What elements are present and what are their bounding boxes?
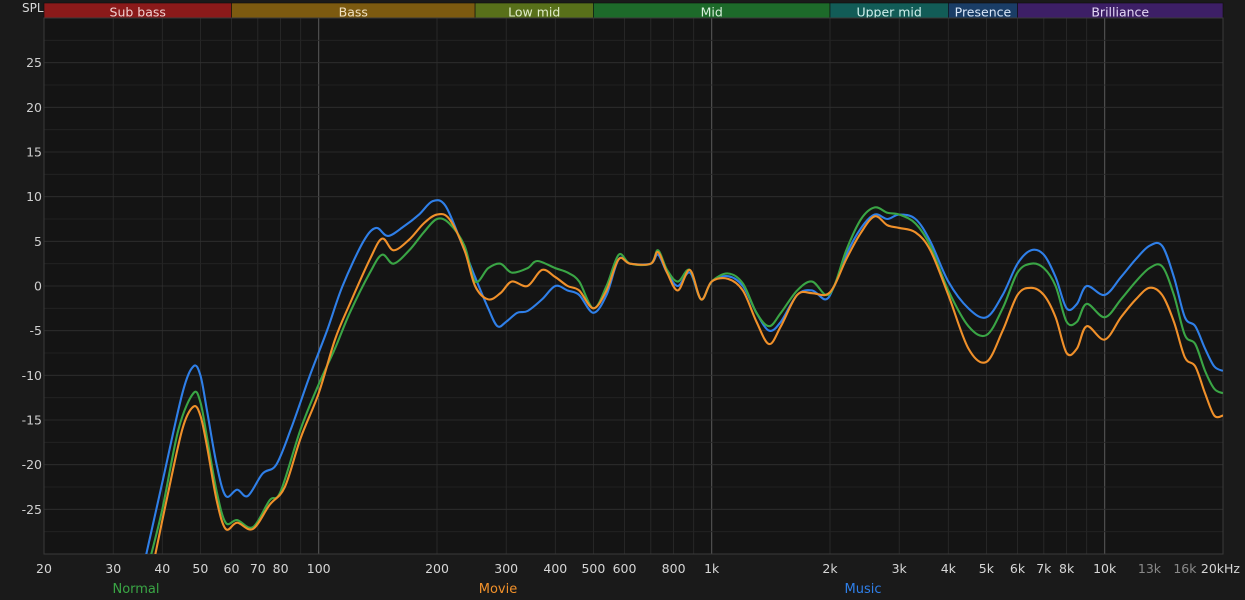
y-axis: 25 20 15 10 5 0 -5 -10 -15 -20 -25 [22,55,42,517]
band-label: Upper mid [856,5,921,20]
x-tick-label: 7k [1036,561,1052,576]
x-tick-label: 3k [892,561,908,576]
band-header: Sub bass Bass Low mid Mid Upper mid Presence B… [43,2,1224,20]
y-tick-label: 15 [26,145,42,160]
frequency-response-chart: Sub bass Bass Low mid Mid Upper mid Presence B… [0,0,1245,600]
x-tick-label: 13k [1138,561,1162,576]
y-tick-label: -15 [22,413,42,428]
x-tick-label: 50 [192,561,208,576]
legend: Normal Movie Music [112,582,881,597]
x-tick-label: 70 [250,561,266,576]
x-tick-label: 600 [613,561,637,576]
y-tick-label: 25 [26,55,42,70]
band-label: Presence [955,5,1012,20]
x-tick-label: 400 [543,561,567,576]
legend-music[interactable]: Music [845,582,882,597]
x-tick-label: 300 [494,561,518,576]
x-tick-label: 30 [105,561,121,576]
band-label: Sub bass [110,5,166,20]
x-tick-label: 5k [979,561,995,576]
legend-normal[interactable]: Normal [112,582,159,597]
x-tick-label: 4k [941,561,957,576]
y-tick-label: 5 [34,234,42,249]
x-tick-label: 10k [1093,561,1117,576]
x-tick-label: 16k [1173,561,1197,576]
x-tick-label: 80 [273,561,289,576]
band-label: Brilliance [1091,5,1149,20]
spl-axis-label: SPL [22,1,44,15]
band-label: Low mid [508,5,560,20]
x-tick-label: 6k [1010,561,1026,576]
x-tick-label: 1k [704,561,720,576]
band-label: Bass [339,5,368,20]
x-tick-label: 20kHz [1201,561,1241,576]
frequency-response-plot: Sub bass Bass Low mid Mid Upper mid Presence B… [22,1,1241,597]
y-tick-label: -10 [22,368,42,383]
x-tick-label: 8k [1059,561,1075,576]
x-tick-label: 100 [307,561,331,576]
y-tick-label: 0 [34,279,42,294]
x-tick-label: 2k [822,561,838,576]
y-tick-label: 10 [26,189,42,204]
y-tick-label: -25 [22,502,42,517]
x-tick-label: 40 [154,561,170,576]
x-tick-label: 800 [662,561,686,576]
x-tick-label: 500 [581,561,605,576]
y-tick-label: 20 [26,100,42,115]
band-label: Mid [701,5,723,20]
grid [43,17,1224,555]
x-tick-label: 200 [425,561,449,576]
y-tick-label: -5 [30,323,42,338]
y-tick-label: -20 [22,457,42,472]
x-tick-label: 60 [224,561,240,576]
x-axis: 20 30 40 50 60 70 80 100 200 300 400 500 600 800 1k 2k 3… [36,561,1240,576]
x-tick-label: 20 [36,561,52,576]
legend-movie[interactable]: Movie [479,582,517,597]
